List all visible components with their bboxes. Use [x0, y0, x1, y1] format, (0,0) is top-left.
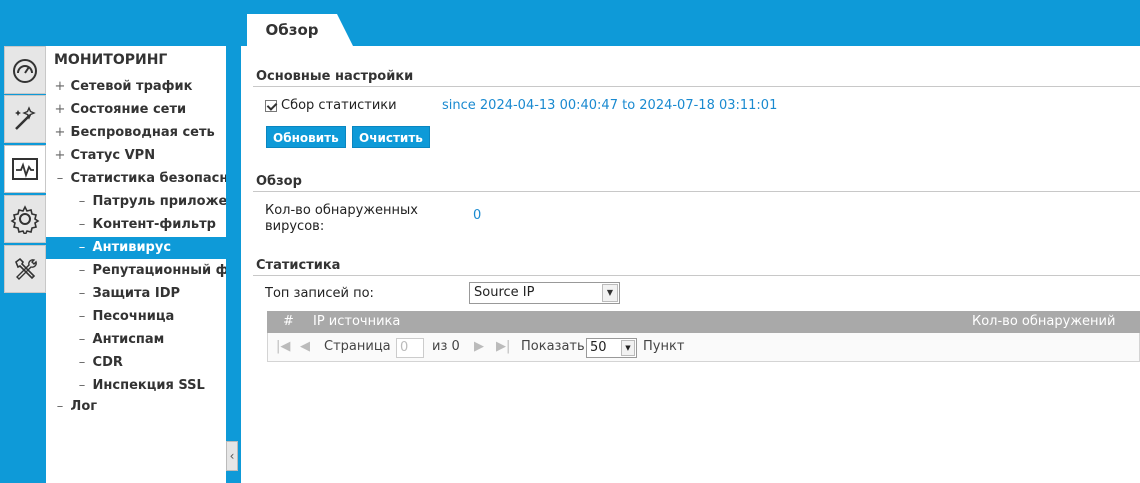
- chevron-down-icon[interactable]: ▼: [621, 340, 635, 356]
- expand-icon: +: [54, 79, 66, 94]
- column-header-index[interactable]: #: [283, 311, 294, 333]
- main-panel: Основные настройки Сбор статистики since…: [241, 46, 1140, 483]
- monitor-icon[interactable]: [4, 145, 46, 193]
- sidebar-item-label: Патруль приложе: [92, 194, 226, 209]
- sidebar-item-log[interactable]: – Лог: [46, 396, 226, 418]
- page-count-label: из 0: [432, 339, 460, 354]
- sidebar-menu: МОНИТОРИНГ + Сетевой трафик + Состояние …: [46, 46, 226, 483]
- sidebar-item-label: Лог: [70, 399, 98, 414]
- sidebar-item-content-filter[interactable]: – Контент-фильтр: [46, 214, 226, 236]
- dash-icon: –: [78, 309, 86, 324]
- viruses-label-line1: Кол-во обнаруженных: [265, 203, 418, 218]
- sidebar-item-idp[interactable]: – Защита IDP: [46, 283, 226, 305]
- sidebar-item-reputation-filter[interactable]: – Репутационный ф: [46, 260, 226, 282]
- page-label: Страница: [324, 339, 391, 354]
- menu-title: МОНИТОРИНГ: [54, 52, 168, 68]
- dashboard-icon[interactable]: [4, 46, 46, 94]
- viruses-label: Кол-во обнаруженных вирусов:: [265, 203, 418, 235]
- tab-notch: [337, 14, 353, 46]
- first-page-icon[interactable]: |◀: [276, 339, 290, 355]
- column-header-detections[interactable]: Кол-во обнаружений: [972, 311, 1115, 333]
- top-bar: [241, 0, 1140, 46]
- sidebar-item-label: Сетевой трафик: [70, 79, 193, 94]
- sidebar-item-label: Репутационный ф: [92, 263, 226, 278]
- sidebar-item-label: CDR: [92, 355, 123, 370]
- sidebar-item-label: Контент-фильтр: [92, 217, 216, 232]
- tab-overview[interactable]: Обзор: [247, 14, 337, 46]
- sidebar-item-sandbox[interactable]: – Песочница: [46, 306, 226, 328]
- sidebar-item-vpn-status[interactable]: + Статус VPN: [46, 145, 226, 167]
- next-page-icon[interactable]: ▶: [474, 339, 484, 355]
- sidebar-item-wireless[interactable]: + Беспроводная сеть: [46, 122, 226, 144]
- sidebar-item-app-patrol[interactable]: – Патруль приложе: [46, 191, 226, 213]
- show-label: Показать: [521, 339, 585, 354]
- tools-icon[interactable]: [4, 245, 46, 293]
- sidebar-collapse-handle[interactable]: ‹: [226, 441, 238, 471]
- settings-gear-icon[interactable]: [4, 195, 46, 243]
- sidebar-item-label: Антивирус: [92, 240, 172, 255]
- sidebar-item-ssl-inspection[interactable]: – Инспекция SSL: [46, 375, 226, 397]
- column-header-source-ip[interactable]: IP источника: [313, 311, 400, 333]
- sidebar-item-label: Инспекция SSL: [92, 378, 205, 393]
- chevron-left-icon: ‹: [229, 449, 235, 463]
- sidebar-item-security-stats[interactable]: – Статистика безопасн: [46, 168, 226, 190]
- top-records-label: Топ записей по:: [265, 286, 374, 301]
- expand-icon: +: [54, 125, 66, 140]
- basic-settings-title: Основные настройки: [256, 69, 414, 84]
- dash-icon: –: [78, 194, 86, 209]
- sidebar-item-network-status[interactable]: + Состояние сети: [46, 99, 226, 121]
- collapse-icon: –: [56, 399, 64, 414]
- dash-icon: –: [78, 217, 86, 232]
- overview-title: Обзор: [256, 174, 302, 189]
- sidebar-item-label: Статистика безопасн: [70, 171, 226, 186]
- dash-icon: –: [78, 355, 86, 370]
- last-page-icon[interactable]: ▶|: [496, 339, 510, 355]
- sidebar-item-cdr[interactable]: – CDR: [46, 352, 226, 374]
- sidebar-item-label: Песочница: [92, 309, 175, 324]
- collapse-icon: –: [56, 171, 64, 186]
- checkbox-checked-icon[interactable]: [265, 99, 277, 112]
- sidebar-item-antispam[interactable]: – Антиспам: [46, 329, 226, 351]
- dash-icon: –: [78, 378, 86, 393]
- wizard-icon[interactable]: [4, 95, 46, 143]
- viruses-count[interactable]: 0: [473, 208, 481, 223]
- sidebar-item-label: Беспроводная сеть: [70, 125, 215, 140]
- page-number-input[interactable]: 0: [396, 338, 424, 358]
- page-size-value: 50: [590, 340, 607, 355]
- expand-icon: +: [54, 102, 66, 117]
- prev-page-icon[interactable]: ◀: [300, 339, 310, 355]
- sidebar-item-label: Антиспам: [92, 332, 165, 347]
- sidebar-item-label: Защита IDP: [92, 286, 181, 301]
- divider: [253, 86, 1140, 87]
- dash-icon: –: [78, 240, 86, 255]
- top-records-value: Source IP: [474, 285, 535, 300]
- sidebar-item-network-traffic[interactable]: + Сетевой трафик: [46, 76, 226, 98]
- expand-icon: +: [54, 148, 66, 163]
- collect-stats-checkbox[interactable]: Сбор статистики: [265, 98, 397, 113]
- clear-button[interactable]: Очистить: [352, 126, 430, 148]
- page-size-select[interactable]: 50 ▼: [586, 338, 637, 358]
- stats-period: since 2024-04-13 00:40:47 to 2024-07-18 …: [442, 98, 778, 113]
- top-records-select[interactable]: Source IP ▼: [469, 282, 620, 304]
- divider: [253, 191, 1140, 192]
- chevron-down-icon[interactable]: ▼: [602, 284, 618, 302]
- sidebar-item-label: Статус VPN: [70, 148, 156, 163]
- grid-pager: |◀ ◀ Страница 0 из 0 ▶ ▶| Показать 50 ▼ …: [267, 333, 1140, 362]
- grid-header: # IP источника Кол-во обнаружений: [267, 311, 1140, 333]
- unit-label: Пункт: [643, 339, 685, 354]
- viruses-label-line2: вирусов:: [265, 219, 325, 234]
- divider: [253, 275, 1140, 276]
- sidebar-item-antivirus[interactable]: – Антивирус: [46, 237, 226, 259]
- statistics-title: Статистика: [256, 258, 341, 273]
- sidebar-item-label: Состояние сети: [70, 102, 187, 117]
- dash-icon: –: [78, 286, 86, 301]
- collect-stats-label: Сбор статистики: [281, 98, 397, 113]
- dash-icon: –: [78, 263, 86, 278]
- dash-icon: –: [78, 332, 86, 347]
- refresh-button[interactable]: Обновить: [266, 126, 346, 148]
